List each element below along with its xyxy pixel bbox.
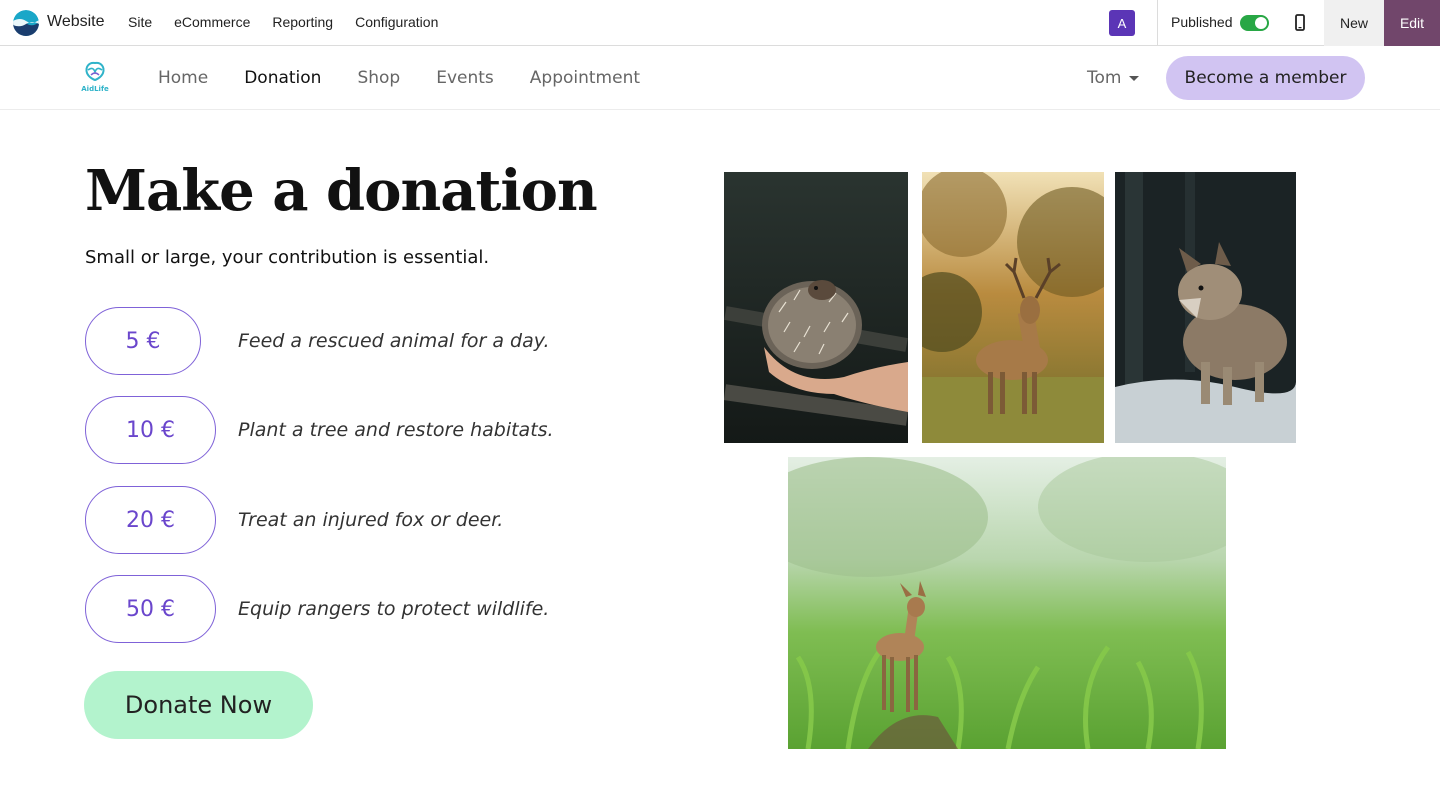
- donation-option: 5 € Feed a rescued animal for a day.: [85, 307, 550, 375]
- wolf-photo: [1115, 172, 1296, 443]
- website-admin-bar: Website Site eCommerce Reporting Configu…: [0, 0, 1440, 46]
- mobile-preview-icon[interactable]: [1292, 12, 1308, 34]
- become-member-button[interactable]: Become a member: [1166, 56, 1365, 100]
- page-subtitle: Small or large, your contribution is ess…: [85, 247, 490, 268]
- svg-text:AidLife: AidLife: [81, 85, 109, 93]
- admin-menu-ecommerce[interactable]: eCommerce: [174, 14, 250, 30]
- amount-button-20[interactable]: 20 €: [85, 486, 216, 554]
- published-toggle[interactable]: [1240, 15, 1269, 31]
- user-dropdown[interactable]: Tom: [1087, 68, 1140, 88]
- website-app-icon[interactable]: [13, 10, 39, 36]
- amount-description: Plant a tree and restore habitats.: [238, 419, 554, 441]
- admin-menu: Site eCommerce Reporting Configuration: [128, 14, 460, 30]
- amount-button-10[interactable]: 10 €: [85, 396, 216, 464]
- divider: [1157, 0, 1158, 46]
- nav-home[interactable]: Home: [158, 68, 208, 88]
- admin-menu-configuration[interactable]: Configuration: [355, 14, 438, 30]
- published-label: Published: [1171, 14, 1233, 30]
- fawn-in-field-photo: [788, 457, 1226, 749]
- amount-description: Equip rangers to protect wildlife.: [238, 598, 550, 620]
- edit-button[interactable]: Edit: [1384, 0, 1440, 46]
- donate-now-button[interactable]: Donate Now: [84, 671, 313, 739]
- site-menu: Home Donation Shop Events Appointment: [158, 68, 676, 88]
- aidlife-logo[interactable]: AidLife: [80, 58, 110, 98]
- new-button[interactable]: New: [1324, 0, 1384, 46]
- donation-option: 50 € Equip rangers to protect wildlife.: [85, 575, 549, 643]
- nav-appointment[interactable]: Appointment: [530, 68, 640, 88]
- admin-menu-reporting[interactable]: Reporting: [272, 14, 333, 30]
- caret-down-icon: [1129, 75, 1140, 81]
- amount-button-50[interactable]: 50 €: [85, 575, 216, 643]
- donation-option: 10 € Plant a tree and restore habitats.: [85, 396, 554, 464]
- nav-shop[interactable]: Shop: [357, 68, 400, 88]
- amount-description: Treat an injured fox or deer.: [238, 509, 504, 531]
- app-name[interactable]: Website: [47, 13, 105, 31]
- admin-menu-site[interactable]: Site: [128, 14, 152, 30]
- hedgehog-photo: [724, 172, 908, 443]
- nav-donation[interactable]: Donation: [244, 68, 321, 88]
- deer-stag-photo: [922, 172, 1104, 443]
- site-navbar: AidLife Home Donation Shop Events Appoin…: [0, 47, 1440, 110]
- user-name: Tom: [1087, 68, 1122, 88]
- page-title: Make a donation: [85, 158, 598, 224]
- donation-option: 20 € Treat an injured fox or deer.: [85, 486, 503, 554]
- nav-events[interactable]: Events: [436, 68, 494, 88]
- user-avatar[interactable]: A: [1109, 10, 1135, 36]
- amount-description: Feed a rescued animal for a day.: [238, 330, 550, 352]
- amount-button-5[interactable]: 5 €: [85, 307, 201, 375]
